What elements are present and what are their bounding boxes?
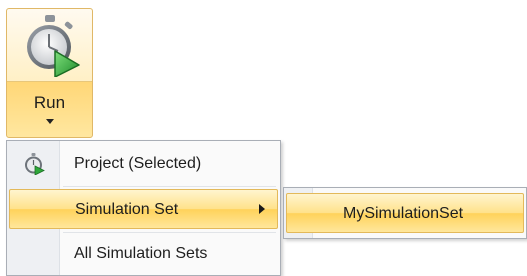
menu-item-all-simulation-sets[interactable]: All Simulation Sets	[9, 234, 278, 274]
menu-item-label: All Simulation Sets	[74, 245, 208, 262]
chevron-right-icon	[259, 204, 265, 214]
simulation-set-submenu: MySimulationSet	[283, 187, 527, 239]
chevron-down-icon[interactable]	[46, 119, 54, 124]
stopwatch-play-icon	[25, 153, 45, 175]
menu-item-label: Project (Selected)	[74, 155, 202, 172]
submenu-item-label: MySimulationSet	[343, 205, 464, 222]
menu-item-simulation-set[interactable]: Simulation Set	[9, 189, 278, 229]
menu-separator	[63, 232, 276, 233]
menu-item-label: Simulation Set	[75, 201, 179, 218]
menu-separator	[63, 186, 276, 187]
stopwatch-play-icon	[27, 15, 80, 77]
run-dropdown-menu: Project (Selected) Simulation Set All Si…	[6, 140, 281, 276]
run-button[interactable]: Run	[6, 8, 93, 138]
menu-item-project-selected[interactable]: Project (Selected)	[9, 144, 278, 184]
submenu-item-mysimulationset[interactable]: MySimulationSet	[286, 193, 524, 233]
run-button-label: Run	[33, 93, 66, 112]
run-button-main[interactable]	[7, 9, 92, 82]
